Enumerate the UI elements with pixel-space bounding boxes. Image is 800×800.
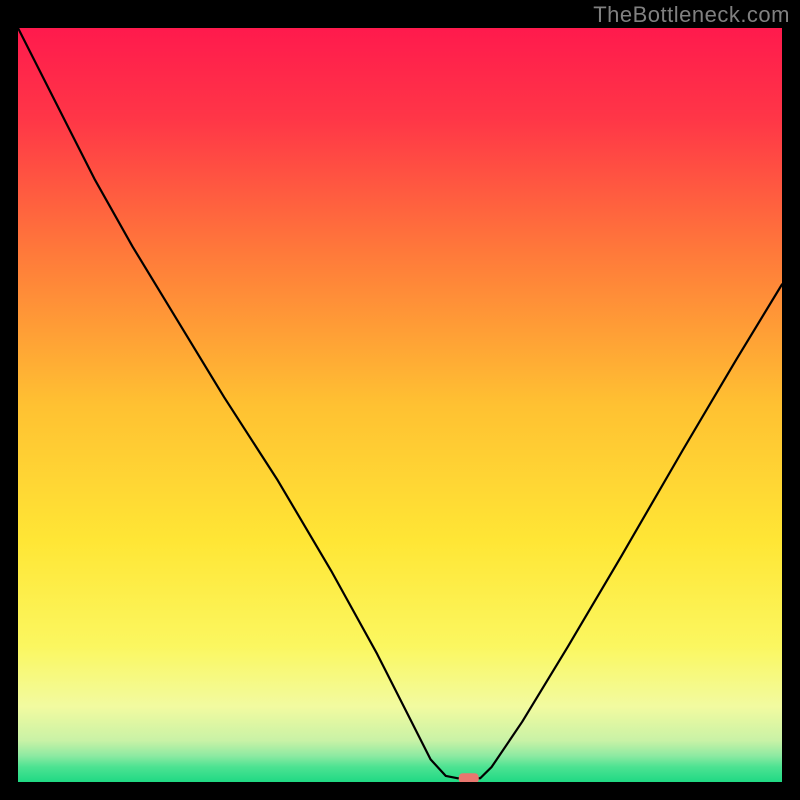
chart-frame: TheBottleneck.com <box>0 0 800 800</box>
plot-area <box>18 28 782 782</box>
optimal-point-marker <box>459 773 479 782</box>
watermark-text: TheBottleneck.com <box>593 2 790 28</box>
gradient-background <box>18 28 782 782</box>
plot-svg <box>18 28 782 782</box>
